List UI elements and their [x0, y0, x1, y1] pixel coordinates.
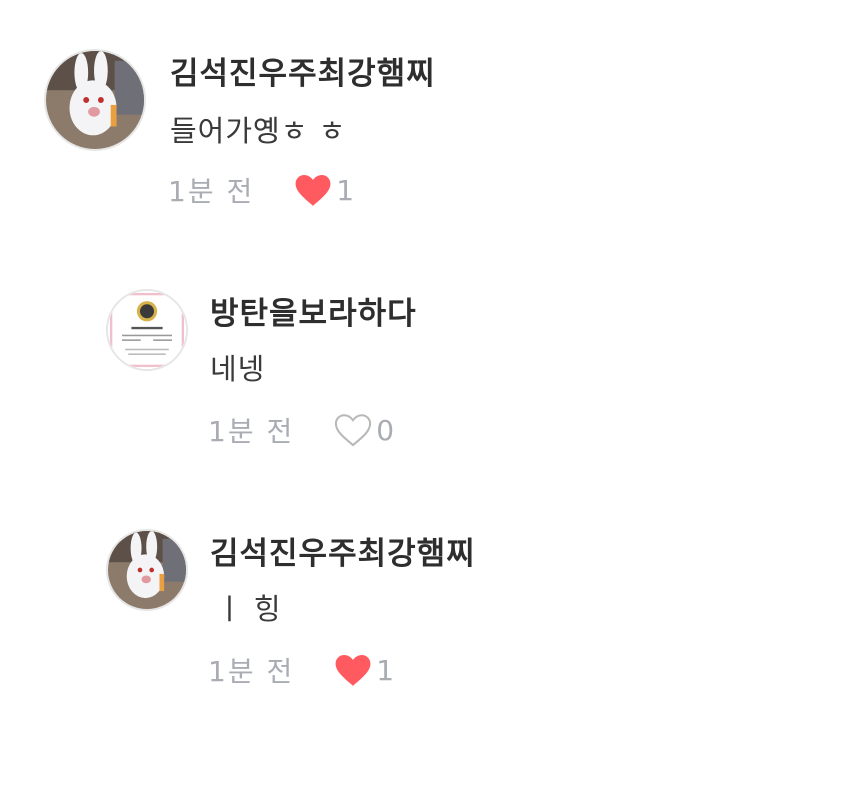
bunny-avatar-icon: [108, 531, 186, 609]
like-button[interactable]: 1: [294, 172, 354, 208]
reply-item: 방탄을보라하다 네넹 1분 전 0: [0, 240, 864, 480]
avatar[interactable]: [106, 289, 188, 371]
comment-time: 1분 전: [168, 175, 255, 208]
comment-author[interactable]: 방탄을보라하다: [210, 288, 417, 333]
comment-time: 1분 전: [208, 415, 295, 448]
comment-text: 들어가옝ㅎ ㅎ: [170, 114, 347, 148]
avatar[interactable]: [106, 529, 188, 611]
avatar[interactable]: [44, 49, 146, 151]
certificate-avatar-icon: [108, 291, 186, 369]
like-button[interactable]: 1: [334, 652, 394, 688]
heart-outline-icon: [335, 414, 372, 447]
like-count: 0: [376, 413, 395, 447]
reply-item: 김석진우주최강햄찌 ㅣ 힝 1분 전 1: [0, 480, 864, 720]
like-button[interactable]: 0: [334, 412, 394, 448]
comment-meta: 1분 전 1: [168, 168, 354, 212]
like-count: 1: [376, 653, 395, 687]
comment-text: ㅣ 힝: [216, 592, 282, 626]
comment-time: 1분 전: [208, 655, 295, 688]
comment-meta: 1분 전 0: [208, 408, 394, 452]
heart-filled-icon: [335, 654, 371, 686]
like-count: 1: [336, 173, 355, 207]
comment-author[interactable]: 김석진우주최강햄찌: [210, 528, 476, 573]
comment-meta: 1분 전 1: [208, 648, 394, 692]
heart-filled-icon: [295, 174, 331, 206]
comment-text: 네넹: [210, 352, 266, 386]
bunny-avatar-icon: [46, 51, 144, 149]
comment-item: 김석진우주최강햄찌 들어가옝ㅎ ㅎ 1분 전 1: [0, 0, 864, 240]
comment-author[interactable]: 김석진우주최강햄찌: [170, 48, 436, 93]
